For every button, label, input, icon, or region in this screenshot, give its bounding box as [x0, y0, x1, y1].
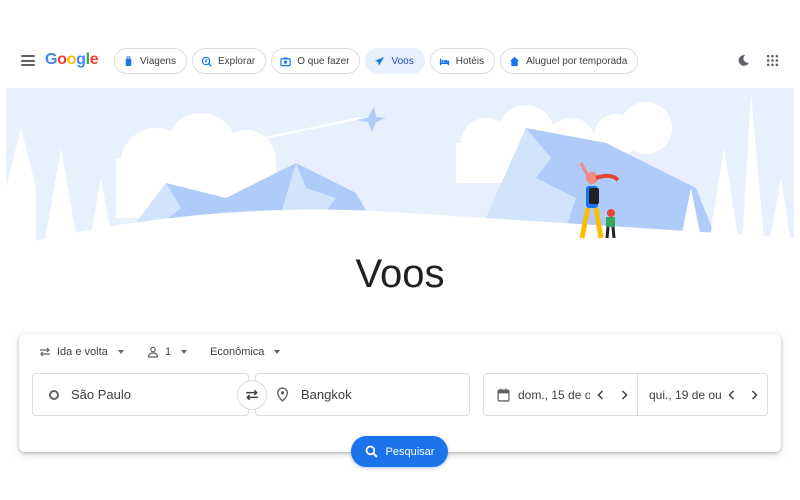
chevron-right-icon[interactable]	[618, 389, 630, 401]
chevron-right-icon[interactable]	[748, 389, 760, 401]
nav-chip-label: Hotéis	[455, 55, 485, 67]
nav-chip-trips[interactable]: Viagens	[114, 48, 187, 74]
main-menu-button[interactable]	[21, 55, 35, 66]
home-icon	[510, 56, 520, 66]
swap-arrows-icon	[40, 347, 50, 357]
nav-chip-label: Voos	[391, 55, 414, 67]
hotel-bed-icon	[439, 58, 449, 65]
dates-field: dom., 15 de out. qui., 19 de out.	[483, 373, 768, 416]
cabin-class-label: Econômica	[210, 346, 265, 358]
return-date-field[interactable]: qui., 19 de out.	[638, 374, 767, 415]
dark-mode-icon[interactable]	[737, 54, 750, 67]
nav-chip-explore[interactable]: Explorar	[191, 48, 267, 74]
nav-chip-label: O que fazer	[297, 55, 350, 67]
flight-icon	[375, 56, 385, 66]
luggage-icon	[125, 55, 132, 66]
apps-grid-icon[interactable]	[766, 54, 779, 67]
trip-type-label: Ida e volta	[57, 346, 108, 358]
passengers-count: 1	[165, 346, 172, 358]
trip-type-select[interactable]: Ida e volta	[39, 346, 124, 358]
nav-chip-vacation-rentals[interactable]: Aluguel por temporada	[500, 48, 639, 74]
top-nav: Viagens Explorar O que fazer Voos Hotéis…	[114, 48, 639, 74]
departure-date-field[interactable]: dom., 15 de out.	[484, 374, 638, 415]
passengers-select[interactable]: 1	[147, 346, 188, 358]
nav-chip-label: Explorar	[217, 55, 256, 67]
person-icon	[147, 346, 159, 358]
chevron-left-icon[interactable]	[595, 389, 607, 401]
search-button[interactable]: Pesquisar	[351, 436, 448, 467]
destination-field[interactable]: Bangkok	[255, 373, 470, 416]
nav-chip-flights[interactable]: Voos	[365, 48, 425, 74]
location-pin-icon	[276, 387, 289, 402]
menu-icon	[21, 55, 35, 57]
explore-icon	[201, 56, 212, 67]
logo-letter: o	[66, 51, 77, 68]
origin-value: São Paulo	[71, 387, 131, 402]
logo-letter: G	[45, 51, 58, 68]
chevron-down-icon	[274, 350, 281, 354]
search-button-label: Pesquisar	[385, 445, 435, 458]
page-title: Voos	[355, 252, 445, 296]
nav-chip-label: Viagens	[140, 55, 176, 67]
swap-icon	[246, 389, 258, 401]
nav-chip-label: Aluguel por temporada	[526, 55, 628, 67]
origin-field[interactable]: São Paulo	[32, 373, 249, 416]
destination-value: Bangkok	[301, 387, 352, 402]
cabin-class-select[interactable]: Econômica	[210, 346, 281, 358]
chevron-down-icon	[181, 350, 188, 354]
chevron-down-icon	[117, 350, 124, 354]
nav-chip-things-to-do[interactable]: O que fazer	[271, 48, 361, 74]
hero-illustration	[6, 88, 794, 263]
chevron-left-icon[interactable]	[726, 389, 738, 401]
origin-circle-icon	[49, 389, 59, 400]
camera-icon	[280, 56, 291, 66]
calendar-icon	[497, 388, 510, 402]
flight-search-card: Ida e volta 1 Econômica São Paulo Bangko…	[19, 334, 781, 452]
logo-letter: e	[89, 51, 99, 68]
return-date-value: qui., 19 de out.	[649, 387, 721, 402]
logo-letter: g	[76, 51, 86, 68]
logo-letter: o	[57, 51, 67, 68]
departure-date-value: dom., 15 de out.	[518, 387, 590, 402]
google-logo[interactable]: Google	[45, 51, 99, 69]
search-icon	[365, 445, 378, 458]
swap-locations-button[interactable]	[237, 380, 267, 410]
nav-chip-hotels[interactable]: Hotéis	[429, 48, 496, 74]
